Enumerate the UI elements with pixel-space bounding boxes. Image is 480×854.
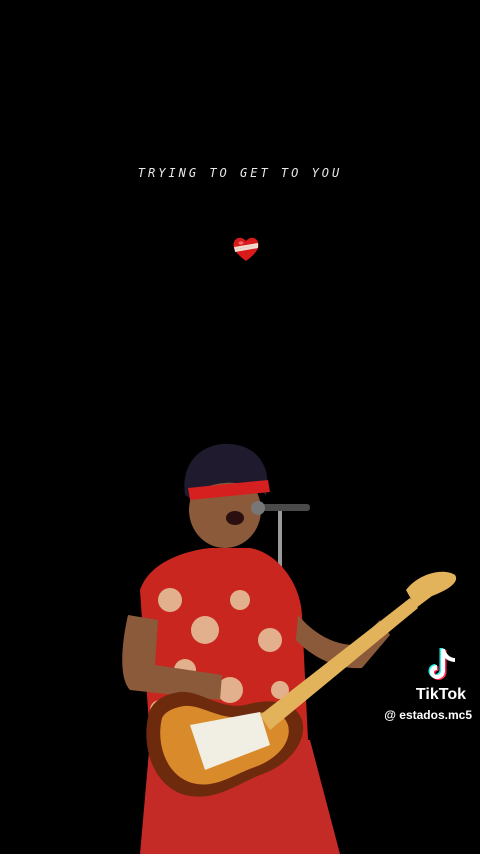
creator-handle: @ estados.mc5: [384, 708, 472, 722]
video-frame[interactable]: TRYING TO GET TO YOU TikTok @ estados.mc…: [0, 0, 480, 854]
lyric-text: TRYING TO GET TO YOU: [137, 166, 343, 180]
tiktok-brand-label: TikTok: [415, 686, 466, 703]
tiktok-watermark: TikTok @ estados.mc5: [384, 646, 472, 722]
tiktok-logo-icon: [428, 648, 455, 680]
bandaged-heart-icon: [233, 237, 259, 261]
